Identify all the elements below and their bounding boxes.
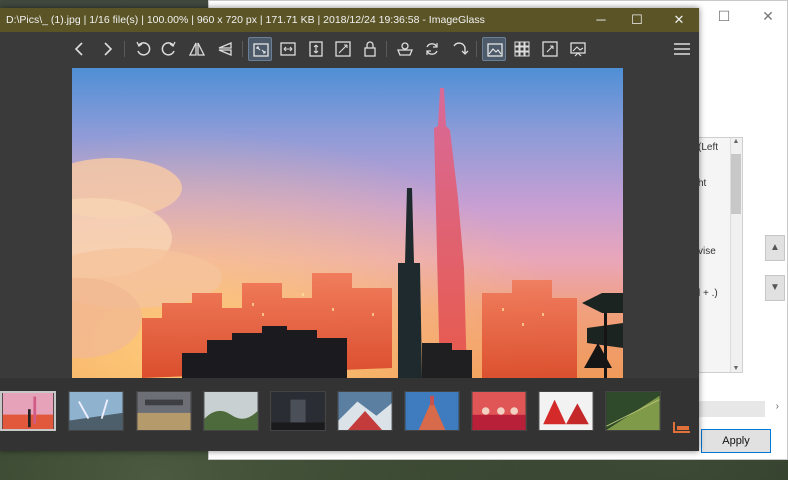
thumbnail-item[interactable]: [203, 391, 259, 431]
close-icon: ✕: [673, 12, 685, 27]
thumbnail-bar-button[interactable]: [482, 37, 506, 61]
bg-list-scrollbar[interactable]: ▲ ▼: [730, 138, 742, 372]
toolbar-separator: [386, 41, 387, 57]
refresh-button[interactable]: [420, 37, 444, 61]
bg-list-item: (Left: [698, 142, 719, 153]
thumbnail-bar: [0, 378, 699, 451]
goto-button[interactable]: [448, 37, 472, 61]
taskbar-tray-icon[interactable]: [672, 420, 692, 434]
scale-to-fit-icon: [335, 41, 351, 57]
scroll-down-icon[interactable]: ▼: [730, 365, 742, 372]
bg-maximize-button[interactable]: ☐: [709, 5, 739, 27]
minimize-button[interactable]: ─: [584, 8, 618, 32]
lock-zoom-button[interactable]: [358, 37, 382, 61]
slideshow-icon: [570, 42, 586, 57]
flip-horizontal-button[interactable]: [185, 37, 209, 61]
toolbar-separator: [476, 41, 477, 57]
thumbnail-item[interactable]: [538, 391, 594, 431]
fullscreen-button[interactable]: [538, 37, 562, 61]
rotate-left-button[interactable]: [131, 37, 155, 61]
rotate-left-icon: [136, 41, 151, 56]
thumbnail-bar-icon: [487, 43, 503, 57]
previous-button[interactable]: [68, 37, 92, 61]
bg-list-item: vise: [698, 246, 716, 257]
thumbnail-item[interactable]: [337, 391, 393, 431]
move-up-button[interactable]: ▲: [765, 235, 785, 261]
bg-options-list[interactable]: (Left ht vise l + .) ▲ ▼: [697, 137, 743, 373]
thumbnail-item[interactable]: [68, 391, 124, 431]
move-down-button[interactable]: ▼: [765, 275, 785, 301]
fullscreen-icon: [542, 41, 558, 57]
bg-close-button[interactable]: ✕: [753, 5, 783, 27]
minimize-icon: ─: [596, 12, 606, 27]
thumbnail-item[interactable]: [404, 391, 460, 431]
bg-list-item: l + .): [698, 288, 718, 299]
flip-horizontal-icon: [188, 42, 206, 56]
scroll-right-icon[interactable]: ›: [776, 401, 779, 412]
previous-icon: [74, 42, 83, 56]
rotate-right-icon: [161, 41, 176, 56]
scale-to-fit-button[interactable]: [331, 37, 355, 61]
triangle-down-icon: ▼: [770, 282, 780, 293]
scale-to-height-icon: [309, 41, 323, 57]
fill-button[interactable]: [393, 37, 417, 61]
scale-to-width-button[interactable]: [276, 37, 300, 61]
toolbar-separator: [242, 41, 243, 57]
thumbnail-item[interactable]: [471, 391, 527, 431]
fill-icon: [397, 42, 413, 56]
thumbnail-item[interactable]: [605, 391, 661, 431]
maximize-button[interactable]: ☐: [620, 8, 654, 32]
bg-list-item: ht: [698, 178, 707, 189]
triangle-up-icon: ▲: [770, 242, 780, 253]
bg-horizontal-scrollbar[interactable]: ›: [697, 401, 779, 417]
bg-list-scroll-thumb[interactable]: [731, 154, 741, 214]
lock-zoom-icon: [364, 41, 376, 57]
toolbar-separator: [124, 41, 125, 57]
scale-to-height-button[interactable]: [304, 37, 328, 61]
flip-vertical-button[interactable]: [213, 37, 237, 61]
scale-to-width-icon: [280, 42, 296, 56]
auto-zoom-icon: [253, 43, 269, 57]
thumbnail-item[interactable]: [136, 391, 192, 431]
window-title: D:\Pics\_ (1).jpg | 1/16 file(s) | 100.0…: [6, 14, 485, 26]
auto-zoom-button[interactable]: [248, 37, 272, 61]
next-button[interactable]: [95, 37, 119, 61]
toolbar: [0, 32, 699, 66]
scroll-up-icon[interactable]: ▲: [730, 138, 742, 145]
grid-icon: [514, 41, 530, 57]
menu-icon: [674, 43, 690, 55]
maximize-icon: ☐: [631, 12, 643, 27]
thumbnail-item[interactable]: [0, 391, 56, 431]
goto-icon: [453, 42, 469, 55]
refresh-icon: [426, 43, 438, 55]
image-viewer[interactable]: [0, 66, 699, 378]
rotate-right-button[interactable]: [157, 37, 181, 61]
thumbnail-item[interactable]: [270, 391, 326, 431]
next-icon: [104, 42, 113, 56]
flip-vertical-icon: [218, 42, 232, 56]
title-bar: D:\Pics\_ (1).jpg | 1/16 file(s) | 100.0…: [0, 8, 699, 32]
close-button[interactable]: ✕: [662, 8, 696, 32]
apply-button[interactable]: Apply: [701, 429, 771, 453]
slideshow-button[interactable]: [566, 37, 590, 61]
grid-button[interactable]: [510, 37, 534, 61]
imageglass-window: D:\Pics\_ (1).jpg | 1/16 file(s) | 100.0…: [0, 8, 699, 451]
main-menu-button[interactable]: [670, 37, 694, 61]
photo-city-sunset: [72, 68, 623, 378]
